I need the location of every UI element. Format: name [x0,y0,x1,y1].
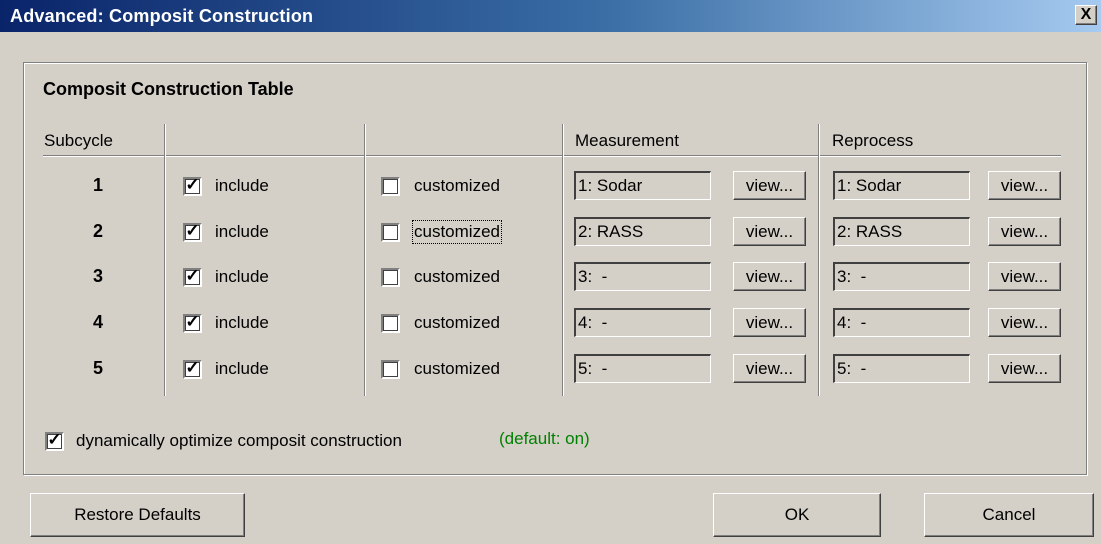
subcycle-number: 5 [92,358,103,378]
reprocess-field[interactable]: 1: Sodar [833,171,970,200]
checkmark-icon: ✓ [185,358,200,377]
customized-checkbox[interactable] [381,223,400,242]
customized-label: customized [414,176,500,195]
include-label: include [215,176,269,195]
customized-label: customized [414,313,500,332]
optimize-default-note: (default: on) [499,429,590,448]
restore-defaults-button[interactable]: Restore Defaults [30,493,245,537]
checkmark-icon: ✓ [185,266,200,285]
reprocess-field[interactable]: 4: - [833,308,970,337]
customized-label: customized [414,267,500,286]
checkmark-icon: ✓ [185,312,200,331]
measurement-view-button[interactable]: view... [733,308,806,337]
customized-label: customized [412,220,502,244]
include-label: include [215,267,269,286]
cancel-button[interactable]: Cancel [924,493,1094,537]
reprocess-view-button[interactable]: view... [988,354,1061,383]
reprocess-view-button[interactable]: view... [988,217,1061,246]
header-reprocess: Reprocess [832,131,914,150]
optimize-checkbox[interactable]: ✓ [45,430,64,451]
measurement-field[interactable]: 1: Sodar [574,171,711,200]
measurement-view-button[interactable]: view... [733,217,806,246]
measurement-field[interactable]: 5: - [574,354,711,383]
measurement-view-button[interactable]: view... [733,262,806,291]
reprocess-view-button[interactable]: view... [988,262,1061,291]
measurement-field[interactable]: 2: RASS [574,217,711,246]
customized-checkbox[interactable] [381,177,400,196]
include-checkbox[interactable]: ✓ [183,221,202,242]
customized-checkbox[interactable] [381,314,400,333]
include-label: include [215,359,269,378]
close-button[interactable]: X [1075,5,1097,25]
include-checkbox[interactable]: ✓ [183,358,202,379]
header-subcycle: Subcycle [44,131,113,150]
column-divider [562,124,564,396]
title-bar: Advanced: Composit Construction X [0,0,1101,32]
reprocess-field[interactable]: 3: - [833,262,970,291]
reprocess-field[interactable]: 2: RASS [833,217,970,246]
subcycle-number: 2 [92,221,103,241]
reprocess-view-button[interactable]: view... [988,171,1061,200]
include-label: include [215,313,269,332]
subcycle-number: 4 [92,312,103,332]
include-checkbox[interactable]: ✓ [183,312,202,333]
column-divider [818,124,820,396]
include-checkbox[interactable]: ✓ [183,175,202,196]
window-title: Advanced: Composit Construction [10,6,314,26]
reprocess-field[interactable]: 5: - [833,354,970,383]
measurement-field[interactable]: 3: - [574,262,711,291]
column-divider [164,124,166,396]
customized-label: customized [414,359,500,378]
measurement-view-button[interactable]: view... [733,171,806,200]
subcycle-number: 1 [92,175,103,195]
measurement-field[interactable]: 4: - [574,308,711,337]
header-divider [43,155,1061,157]
ok-button[interactable]: OK [713,493,881,537]
customized-checkbox[interactable] [381,268,400,287]
header-measurement: Measurement [575,131,679,150]
group-title: Composit Construction Table [43,79,294,99]
subcycle-number: 3 [92,266,103,286]
close-icon: X [1080,6,1092,23]
measurement-view-button[interactable]: view... [733,354,806,383]
checkmark-icon: ✓ [185,175,200,194]
checkmark-icon: ✓ [47,430,62,449]
reprocess-view-button[interactable]: view... [988,308,1061,337]
column-divider [364,124,366,396]
customized-checkbox[interactable] [381,360,400,379]
optimize-label: dynamically optimize composit constructi… [76,431,402,450]
checkmark-icon: ✓ [185,221,200,240]
include-checkbox[interactable]: ✓ [183,266,202,287]
include-label: include [215,222,269,241]
